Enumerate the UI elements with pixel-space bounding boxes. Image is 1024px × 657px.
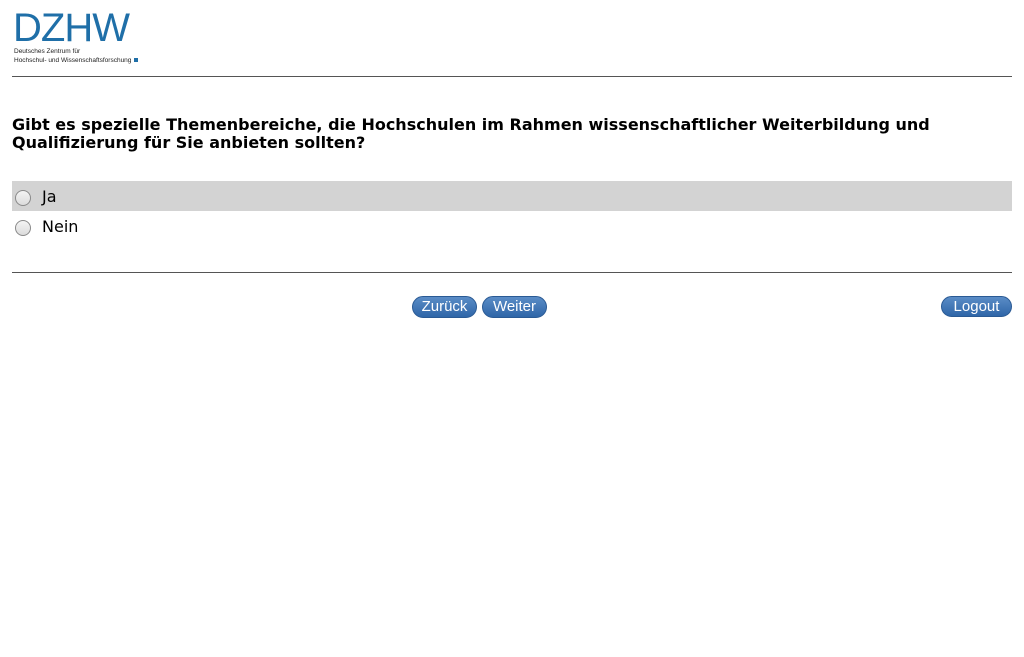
logo-subtitle-line2-text: Hochschul- und Wissenschaftsforschung [14, 57, 132, 64]
logo-letters: DZHW [13, 6, 130, 50]
option-nein[interactable]: Nein [12, 211, 1012, 241]
bottom-divider [12, 272, 1012, 273]
radio-nein-icon[interactable] [15, 219, 31, 236]
dzhw-logo: DZHW Deutsches Zentrum für Hochschul- un… [13, 8, 145, 68]
next-button[interactable]: Weiter [482, 296, 547, 318]
logo-subtitle-line2: Hochschul- und Wissenschaftsforschung [14, 57, 139, 65]
question-text: Gibt es spezielle Themenbereiche, die Ho… [12, 115, 930, 152]
option-ja[interactable]: Ja [12, 181, 1012, 211]
logo-square-icon [134, 58, 139, 63]
option-ja-label[interactable]: Ja [42, 187, 57, 206]
survey-page: DZHW Deutsches Zentrum für Hochschul- un… [0, 0, 1024, 657]
top-divider [12, 76, 1012, 77]
logout-button[interactable]: Logout [941, 296, 1012, 317]
radio-ja-icon[interactable] [15, 189, 31, 206]
logo-subtitle-line1: Deutsches Zentrum für [14, 48, 81, 55]
back-button[interactable]: Zurück [412, 296, 477, 318]
option-nein-label[interactable]: Nein [42, 217, 78, 236]
